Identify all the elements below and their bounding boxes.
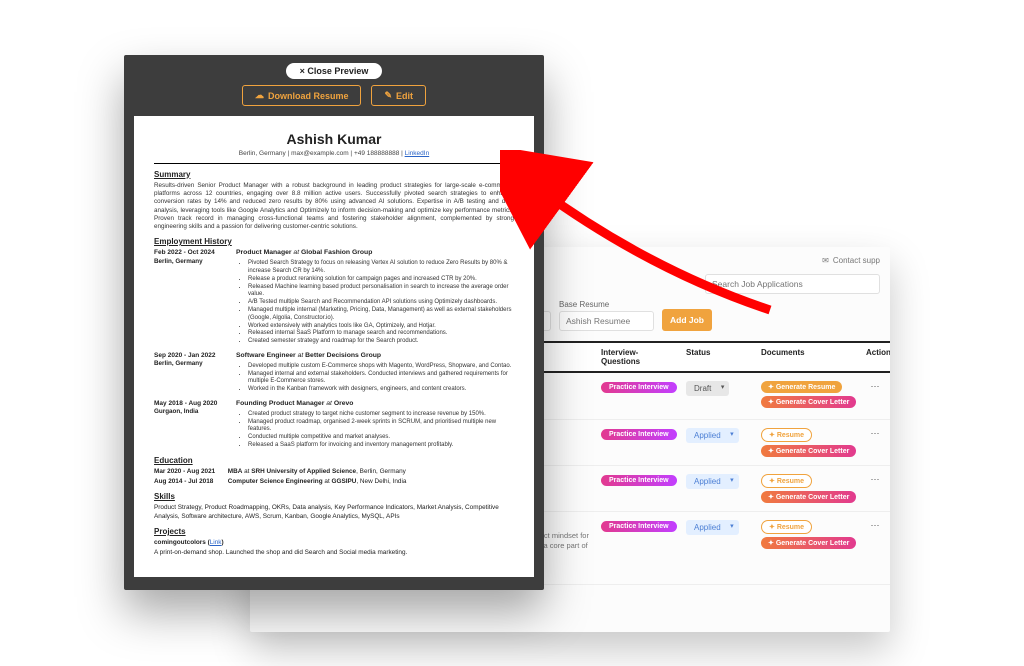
resume-button[interactable]: Resume <box>761 520 812 534</box>
practice-interview-button[interactable]: Practice Interview <box>601 475 677 486</box>
status-select[interactable]: Applied <box>686 428 739 443</box>
row-actions-menu[interactable]: ⋯ <box>860 381 890 411</box>
resume-button[interactable]: Resume <box>761 428 812 442</box>
project-desc: A print-on-demand shop. Launched the sho… <box>154 549 514 557</box>
pencil-icon: ✎ <box>384 90 392 101</box>
section-employment: Employment History <box>154 237 514 247</box>
close-preview-button[interactable]: × Close Preview <box>286 63 383 79</box>
linkedin-link[interactable]: LinkedIn <box>405 150 430 157</box>
project-title: comingoutcolors (Link) <box>154 539 514 547</box>
employment-entry: Feb 2022 - Oct 2024Berlin, GermanyProduc… <box>154 249 514 346</box>
section-projects: Projects <box>154 527 514 537</box>
generate-cover-letter-button[interactable]: Generate Cover Letter <box>761 491 856 503</box>
col-status: Status <box>680 343 755 371</box>
education-entry: Mar 2020 - Aug 2021 MBA at SRH Universit… <box>154 468 514 476</box>
project-link[interactable]: Link <box>210 539 222 546</box>
practice-interview-button[interactable]: Practice Interview <box>601 521 677 532</box>
resume-contact: Berlin, Germany | max@example.com | +49 … <box>154 150 514 163</box>
status-select[interactable]: Draft <box>686 381 729 396</box>
col-documents: Documents <box>755 343 860 371</box>
edit-button[interactable]: ✎ Edit <box>371 85 426 106</box>
employment-entry: Sep 2020 - Jan 2022Berlin, GermanySoftwa… <box>154 352 514 394</box>
status-select[interactable]: Applied <box>686 520 739 535</box>
cloud-download-icon: ☁ <box>255 90 264 101</box>
col-actions: Action <box>860 343 890 371</box>
section-skills: Skills <box>154 492 514 502</box>
employment-entry: May 2018 - Aug 2020Gurgaon, IndiaFoundin… <box>154 400 514 450</box>
mail-icon: ✉ <box>822 256 829 265</box>
base-resume-label: Base Resume <box>559 300 654 309</box>
education-entry: Aug 2014 - Jul 2018 Computer Science Eng… <box>154 478 514 486</box>
resume-preview-panel: × Close Preview ☁ Download Resume ✎ Edit… <box>124 55 544 590</box>
generate-cover-letter-button[interactable]: Generate Cover Letter <box>761 445 856 457</box>
generate-cover-letter-button[interactable]: Generate Cover Letter <box>761 396 856 408</box>
close-icon: × <box>300 66 305 76</box>
summary-text: Results-driven Senior Product Manager wi… <box>154 182 514 231</box>
skills-text: Product Strategy, Product Roadmapping, O… <box>154 504 514 521</box>
row-actions-menu[interactable]: ⋯ <box>860 428 890 457</box>
resume-document: Ashish Kumar Berlin, Germany | max@examp… <box>134 116 534 577</box>
add-job-button[interactable]: Add Job <box>662 309 712 331</box>
row-actions-menu[interactable]: ⋯ <box>860 520 890 576</box>
section-education: Education <box>154 456 514 466</box>
preview-toolbar: × Close Preview ☁ Download Resume ✎ Edit <box>124 55 544 116</box>
generate-resume-button[interactable]: Generate Resume <box>761 381 842 393</box>
status-select[interactable]: Applied <box>686 474 739 489</box>
generate-cover-letter-button[interactable]: Generate Cover Letter <box>761 537 856 549</box>
section-summary: Summary <box>154 170 514 180</box>
search-input[interactable] <box>705 274 880 294</box>
resume-button[interactable]: Resume <box>761 474 812 488</box>
resume-name: Ashish Kumar <box>154 130 514 148</box>
base-resume-input[interactable] <box>559 311 654 331</box>
col-interview: Interview-Questions <box>595 343 680 371</box>
download-resume-button[interactable]: ☁ Download Resume <box>242 85 362 106</box>
practice-interview-button[interactable]: Practice Interview <box>601 382 677 393</box>
row-actions-menu[interactable]: ⋯ <box>860 474 890 503</box>
contact-support-link[interactable]: Contact supp <box>833 256 880 265</box>
practice-interview-button[interactable]: Practice Interview <box>601 429 677 440</box>
